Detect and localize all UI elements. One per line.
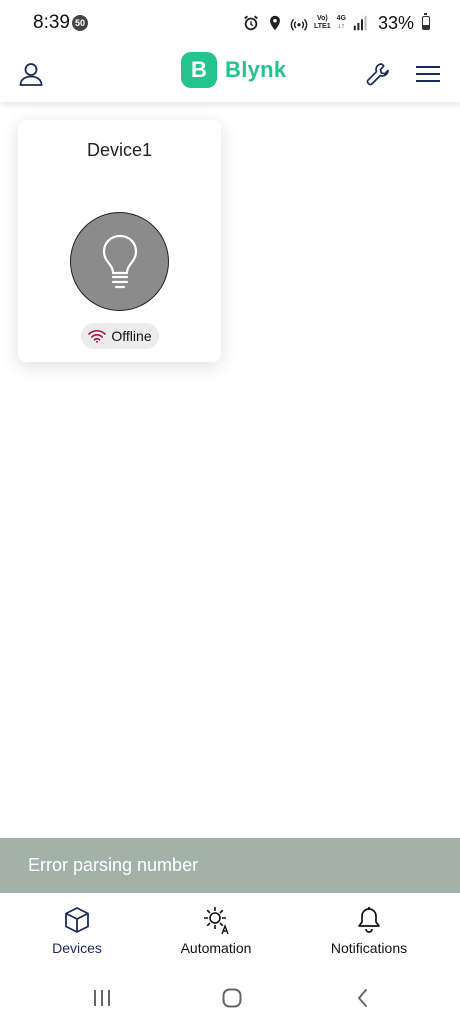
nav-devices[interactable]: Devices	[50, 905, 104, 956]
profile-button[interactable]	[13, 56, 49, 92]
recents-icon	[94, 990, 110, 1006]
status-icons: Vo) LTE1 4G ↓↑ 33%	[242, 12, 430, 34]
nav-automation-label: Automation	[180, 940, 252, 956]
settings-button[interactable]	[360, 56, 396, 92]
home-icon	[222, 988, 242, 1008]
blynk-logo: B Blynk	[181, 51, 286, 89]
back-chevron-icon	[358, 989, 367, 1007]
logo-badge: B	[181, 52, 217, 88]
hamburger-menu-icon	[416, 66, 440, 82]
device-status-label: Offline	[111, 328, 152, 344]
bell-icon	[358, 907, 380, 933]
location-icon	[270, 15, 280, 31]
lightbulb-icon	[102, 234, 137, 288]
network-type-indicator: 4G ↓↑	[336, 15, 346, 30]
snackbar-message: Error parsing number	[28, 855, 199, 875]
bottom-navigation: Devices Automation Notifications	[0, 893, 460, 965]
logo-text: Blynk	[225, 57, 287, 82]
user-icon	[19, 63, 43, 86]
back-button[interactable]	[348, 984, 376, 1012]
hotspot-icon	[290, 18, 308, 31]
status-time: 8:39	[33, 12, 70, 33]
battery-icon	[422, 13, 430, 30]
cube-icon	[65, 907, 89, 933]
device-name: Device1	[86, 140, 153, 160]
recents-button[interactable]	[88, 984, 116, 1012]
alarm-icon	[244, 15, 258, 31]
nav-notifications[interactable]: Notifications	[328, 905, 410, 956]
status-bar: 8:39 50 Vo) LTE1 4G ↓↑ 33%	[0, 0, 460, 46]
wifi-offline-icon	[88, 330, 107, 343]
device-toggle-button[interactable]	[70, 212, 169, 311]
nav-devices-label: Devices	[52, 940, 102, 956]
nav-notifications-label: Notifications	[330, 940, 408, 956]
app-header: B Blynk	[0, 46, 460, 102]
device-card[interactable]: Device1 Offline	[18, 120, 221, 362]
notification-count-badge: 50	[72, 15, 88, 31]
battery-percent: 33%	[377, 12, 414, 33]
system-navigation-bar	[0, 970, 460, 1024]
nav-automation[interactable]: Automation	[178, 905, 254, 956]
wrench-icon	[366, 63, 389, 86]
error-snackbar: Error parsing number	[0, 838, 460, 893]
signal-icon	[353, 15, 367, 31]
volte-indicator: Vo) LTE1	[314, 15, 331, 30]
menu-button[interactable]	[410, 56, 446, 92]
home-button[interactable]	[218, 984, 246, 1012]
automation-sun-icon	[204, 907, 229, 935]
device-status-badge: Offline	[81, 323, 159, 349]
